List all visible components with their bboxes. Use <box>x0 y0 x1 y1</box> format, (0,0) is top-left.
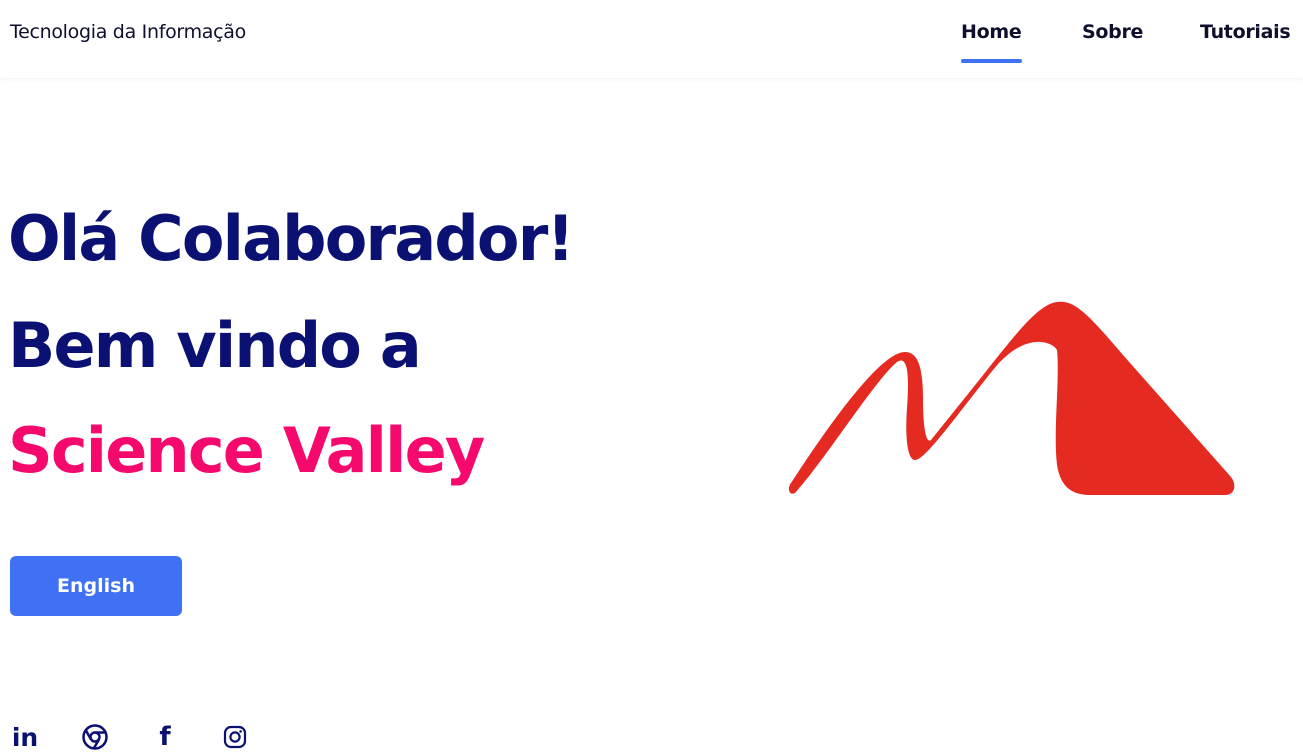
linkedin-icon[interactable]: in <box>10 722 40 752</box>
nav-tutoriais[interactable]: Tutoriais <box>1200 21 1291 43</box>
science-valley-logo-icon <box>788 301 1235 495</box>
site-brand[interactable]: Tecnologia da Informação <box>10 21 246 43</box>
hero-company-name: Science Valley <box>8 414 485 487</box>
hero-greeting: Olá Colaborador! <box>8 202 575 275</box>
chrome-icon[interactable] <box>80 722 110 752</box>
top-navbar: Tecnologia da Informação Home Sobre Tuto… <box>0 0 1303 78</box>
facebook-icon[interactable]: f <box>150 722 180 752</box>
nav-sobre[interactable]: Sobre <box>1082 21 1143 43</box>
nav-active-indicator <box>961 59 1022 63</box>
hero-welcome: Bem vindo a <box>8 309 422 382</box>
instagram-icon[interactable] <box>220 722 250 752</box>
nav-home[interactable]: Home <box>961 21 1022 43</box>
english-button[interactable]: English <box>10 556 182 616</box>
